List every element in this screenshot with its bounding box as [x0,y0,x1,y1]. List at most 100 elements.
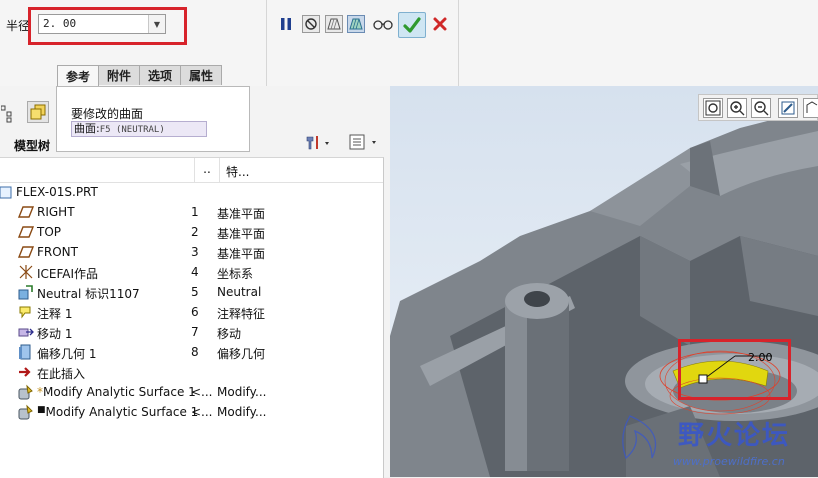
radius-dimension[interactable]: 2.00 [748,351,773,364]
tree-item-type: Neutral [217,285,262,299]
tree-item-label: 注释 1 [37,307,73,321]
geometry-check-button[interactable] [325,15,343,33]
tree-item-label: Neutral 标识1107 [37,287,140,301]
surface-collector-prefix: 曲面: [74,122,100,135]
zoom-out-icon [754,101,769,116]
verify-mode-button[interactable] [372,15,394,33]
refit-icon [705,100,721,116]
column-feature-number[interactable]: .. [194,158,220,182]
tree-item-number: 5 [191,285,199,299]
tree-row[interactable]: 移动 1 7 移动 [0,322,383,342]
view-button[interactable] [803,98,818,118]
layer-tree-tab[interactable] [27,101,49,123]
tree-item-number: 4 [191,265,199,279]
divider [458,0,459,86]
zoom-in-icon [730,101,745,116]
insert-here-icon [18,364,34,380]
watermark-text: 野火论坛 [678,421,791,451]
tree-row[interactable]: 偏移几何 1 8 偏移几何 [0,342,383,362]
tree-item-label: ■Modify Analytic Surface 1 [37,405,199,419]
pause-button[interactable] [277,15,295,33]
tree-row[interactable]: RIGHT 1 基准平面 [0,202,383,222]
zoom-out-button[interactable] [751,98,771,118]
model-tree: .. 特... FLEX-01S.PRT RIGHT 1 基准平面 TOP 2 … [0,157,384,478]
tree-row[interactable]: *Modify Analytic Surface 1 <... Modify..… [0,382,383,402]
model-tree-tab[interactable] [0,103,15,123]
tree-row[interactable]: Neutral 标识1107 5 Neutral [0,282,383,302]
tree-item-type: 偏移几何 [217,347,266,361]
preview-icon [349,18,363,30]
tree-row-insert-here[interactable]: 在此插入 [0,362,383,382]
tree-row[interactable]: 注释 1 6 注释特征 [0,302,383,322]
tree-item-type: Modify... [217,385,267,399]
tree-item-type: 坐标系 [217,267,254,281]
tab-options[interactable]: 选项 [139,65,182,85]
tree-column-header: .. 特... [0,158,383,183]
layers-icon [30,104,46,120]
tree-item-number: <... [191,405,213,419]
highlight-box [28,7,187,45]
tree-item-label: 移动 1 [37,327,73,341]
tree-item-number: <... [191,385,213,399]
tree-item-number: 8 [191,345,199,359]
confirm-button[interactable] [398,12,426,38]
offset-geometry-icon [18,344,34,360]
check-icon [403,17,421,33]
tree-item-label: TOP [37,225,62,239]
tree-row-root[interactable]: FLEX-01S.PRT [0,182,383,202]
tree-item-type: 基准平面 [217,227,266,241]
tree-item-number: 6 [191,305,199,319]
tree-row[interactable]: TOP 2 基准平面 [0,222,383,242]
tree-item-label: ICEFAI作品 [37,267,99,281]
tree-item-label: *Modify Analytic Surface 1 [37,385,196,399]
column-feature-type[interactable]: 特... [226,163,249,180]
tree-item-label: 在此插入 [37,367,86,381]
tree-item-type: 基准平面 [217,207,266,221]
stop-icon [305,18,317,30]
tree-item-label: FLEX-01S.PRT [16,185,98,199]
tree-item-type: 基准平面 [217,247,266,261]
annotation-icon [18,304,34,320]
tree-item-label: FRONT [37,245,78,259]
move-icon [18,324,34,340]
datum-plane-icon [17,204,35,220]
tree-item-type: 注释特征 [217,307,266,321]
stop-button[interactable] [302,15,320,33]
tree-item-number: 3 [191,245,199,259]
list-icon [349,134,376,150]
tree-settings-button[interactable] [304,133,334,151]
refit-button[interactable] [703,98,723,118]
modify-surface-icon [18,404,34,420]
repaint-button[interactable] [778,98,798,118]
tree-item-label: 偏移几何 1 [37,347,97,361]
cancel-button[interactable] [430,14,450,34]
tree-row[interactable]: FRONT 3 基准平面 [0,242,383,262]
tree-item-type: 移动 [217,327,242,341]
model-tree-title: 模型树 [14,139,51,153]
tree-item-label: RIGHT [37,205,75,219]
geometry-check-icon [327,18,341,30]
zoom-in-button[interactable] [727,98,747,118]
coordinate-system-icon [18,264,34,280]
tree-row[interactable]: ICEFAI作品 4 坐标系 [0,262,383,282]
tree-row[interactable]: ■Modify Analytic Surface 1 <... Modify..… [0,402,383,422]
dashboard-tabs: 参考 附件 选项 属性 [57,65,223,86]
preview-button[interactable] [347,15,365,33]
tree-item-number: 1 [191,205,199,219]
radius-label: 半径 [6,19,31,33]
tab-attachments[interactable]: 附件 [98,65,141,85]
part-icon [0,184,16,200]
datum-plane-icon [17,244,35,260]
watermark-url: www.proewildfire.cn [673,455,785,468]
tab-properties[interactable]: 属性 [180,65,223,85]
surface-collector[interactable]: 曲面:F5 (NEUTRAL) [71,121,207,137]
model-tree-icon [0,105,12,123]
references-panel: 要修改的曲面 曲面:F5 (NEUTRAL) [56,86,250,152]
tools-icon [306,136,329,150]
tree-show-button[interactable] [348,133,378,151]
highlight-box [678,339,791,400]
glasses-icon [373,20,393,30]
pause-icon [281,18,291,30]
tree-item-number: 2 [191,225,199,239]
tab-references[interactable]: 参考 [57,65,100,86]
